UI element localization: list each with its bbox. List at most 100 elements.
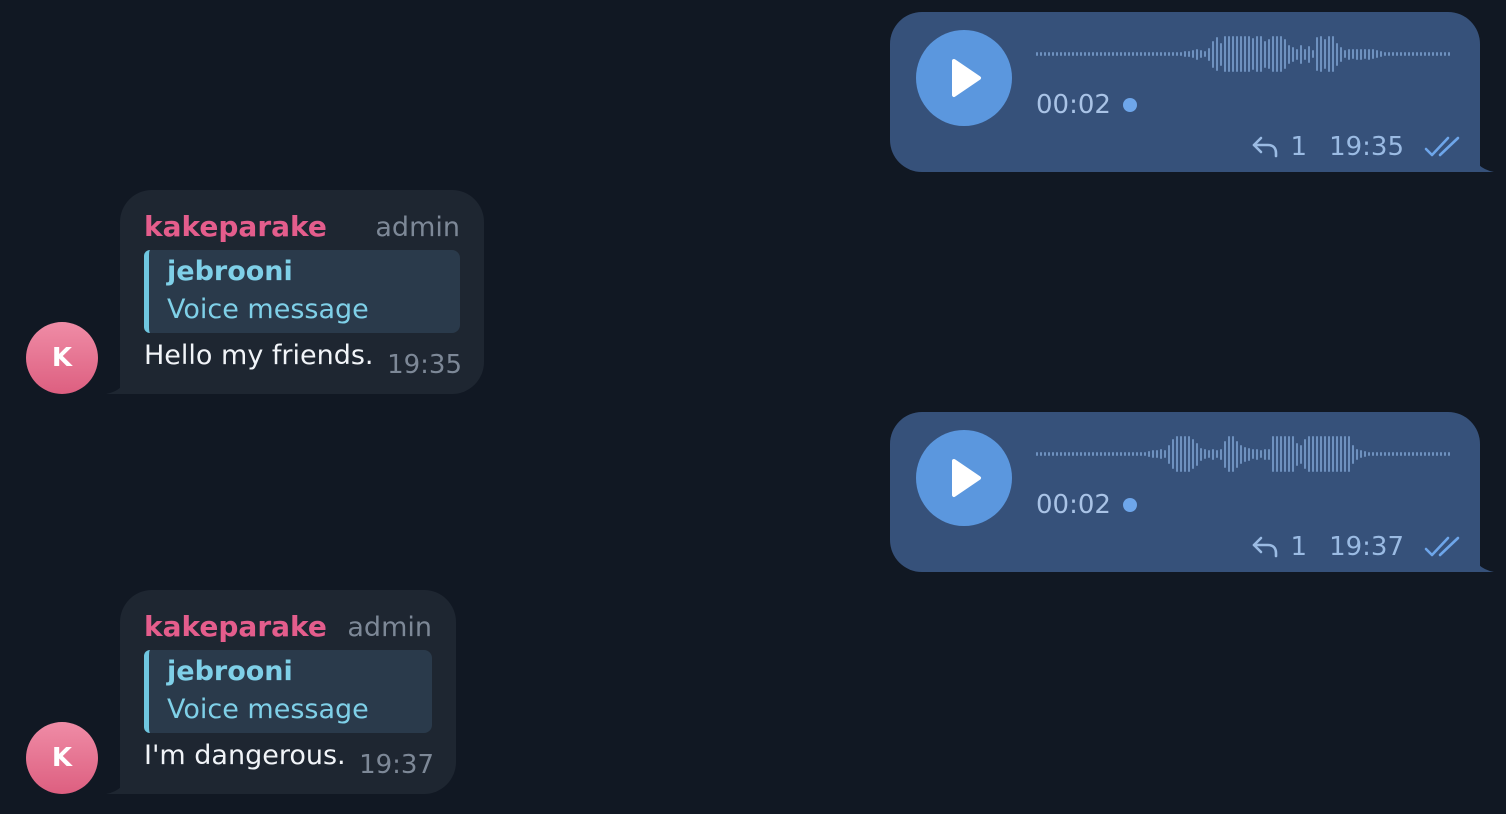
waveform-bar xyxy=(1128,452,1130,456)
waveform-bar xyxy=(1228,36,1230,72)
waveform-bar xyxy=(1152,52,1154,56)
message-text: I'm dangerous. xyxy=(144,740,346,771)
waveform-bar xyxy=(1080,52,1082,56)
waveform-bar xyxy=(1088,52,1090,56)
quote-author: jebrooni xyxy=(167,656,293,687)
waveform-bar xyxy=(1400,52,1402,56)
waveform-bar xyxy=(1184,436,1186,472)
reply-count[interactable]: 1 xyxy=(1291,132,1308,162)
waveform-bar xyxy=(1100,52,1102,56)
outgoing-voice-message[interactable]: 00:02 1 19:35 xyxy=(890,12,1494,172)
waveform-bar xyxy=(1320,36,1322,72)
waveform-bar xyxy=(1160,449,1162,459)
play-button[interactable] xyxy=(916,430,1012,526)
waveform-bar xyxy=(1332,36,1334,72)
waveform-bar xyxy=(1372,452,1374,456)
reply-quote[interactable]: jebrooni Voice message xyxy=(144,650,432,733)
waveform-bar xyxy=(1292,46,1294,62)
waveform-bar xyxy=(1376,452,1378,456)
waveform-bar xyxy=(1388,452,1390,456)
waveform-bar xyxy=(1052,452,1054,456)
reply-quote[interactable]: jebrooni Voice message xyxy=(144,250,460,333)
waveform-bar xyxy=(1436,52,1438,56)
incoming-message[interactable]: kakeparake admin jebrooni Voice message … xyxy=(106,590,456,794)
waveform-bar xyxy=(1332,436,1334,472)
reply-icon[interactable] xyxy=(1251,535,1279,559)
play-icon xyxy=(952,59,981,97)
reply-icon[interactable] xyxy=(1251,135,1279,159)
avatar[interactable]: K xyxy=(26,722,98,794)
waveform-bar xyxy=(1112,52,1114,56)
waveform-bar xyxy=(1360,450,1362,458)
waveform-bar xyxy=(1412,52,1414,56)
waveform-bar xyxy=(1392,452,1394,456)
waveform-bar xyxy=(1124,452,1126,456)
waveform-bar xyxy=(1260,36,1262,72)
outgoing-voice-message[interactable]: 00:02 1 19:37 xyxy=(890,412,1494,572)
waveform-bar xyxy=(1424,52,1426,56)
message-meta: 1 19:35 xyxy=(1251,132,1464,162)
waveform-bar xyxy=(1068,452,1070,456)
waveform-bar xyxy=(1196,48,1198,60)
waveform-bar xyxy=(1380,51,1382,57)
sender-role-badge: admin xyxy=(375,212,460,243)
waveform-bar xyxy=(1356,448,1358,460)
message-time: 19:37 xyxy=(359,750,434,780)
waveform-bar xyxy=(1440,52,1442,56)
waveform-bar xyxy=(1168,444,1170,464)
avatar[interactable]: K xyxy=(26,322,98,394)
waveform-bar xyxy=(1404,452,1406,456)
duration-text: 00:02 xyxy=(1036,490,1111,520)
waveform-bar xyxy=(1140,52,1142,56)
waveform-bar xyxy=(1224,36,1226,72)
waveform-bar xyxy=(1048,452,1050,456)
waveform-bar xyxy=(1392,52,1394,56)
waveform-bar xyxy=(1256,36,1258,72)
waveform-bar xyxy=(1312,50,1314,58)
waveform-bar xyxy=(1404,52,1406,56)
waveform[interactable] xyxy=(1036,434,1456,474)
waveform-bar xyxy=(1420,52,1422,56)
reply-count[interactable]: 1 xyxy=(1291,532,1308,562)
incoming-message[interactable]: kakeparake admin jebrooni Voice message … xyxy=(106,190,484,394)
waveform-bar xyxy=(1232,36,1234,72)
waveform-bar xyxy=(1264,448,1266,460)
sender-name[interactable]: kakeparake xyxy=(144,210,327,243)
waveform-bar xyxy=(1300,444,1302,464)
waveform-bar xyxy=(1272,36,1274,72)
waveform-bar xyxy=(1268,39,1270,69)
message-time: 19:35 xyxy=(387,350,462,380)
waveform-bar xyxy=(1156,52,1158,56)
waveform-bar xyxy=(1040,52,1042,56)
bubble-tail xyxy=(106,372,128,394)
waveform-bar xyxy=(1064,52,1066,56)
waveform-bar xyxy=(1324,39,1326,69)
waveform-bar xyxy=(1364,49,1366,59)
waveform-bar xyxy=(1340,46,1342,62)
waveform-bar xyxy=(1432,452,1434,456)
waveform-bar xyxy=(1240,444,1242,464)
waveform-bar xyxy=(1080,452,1082,456)
waveform-bar xyxy=(1200,50,1202,58)
waveform-bar xyxy=(1312,436,1314,472)
waveform-bar xyxy=(1124,52,1126,56)
waveform-bar xyxy=(1116,52,1118,56)
waveform-bar xyxy=(1180,52,1182,56)
voice-duration: 00:02 xyxy=(1036,90,1137,120)
double-check-icon xyxy=(1424,535,1464,559)
waveform-bar xyxy=(1260,450,1262,458)
waveform[interactable] xyxy=(1036,34,1456,74)
play-button[interactable] xyxy=(916,30,1012,126)
waveform-bar xyxy=(1116,452,1118,456)
waveform-bar xyxy=(1180,436,1182,472)
waveform-bar xyxy=(1316,37,1318,71)
message-time: 19:37 xyxy=(1329,532,1404,562)
sender-name[interactable]: kakeparake xyxy=(144,610,327,643)
waveform-bar xyxy=(1120,52,1122,56)
waveform-bar xyxy=(1160,52,1162,56)
waveform-bar xyxy=(1036,52,1038,56)
unread-dot-icon xyxy=(1122,98,1137,112)
waveform-bar xyxy=(1428,52,1430,56)
waveform-bar xyxy=(1360,48,1362,60)
waveform-bar xyxy=(1220,42,1222,66)
